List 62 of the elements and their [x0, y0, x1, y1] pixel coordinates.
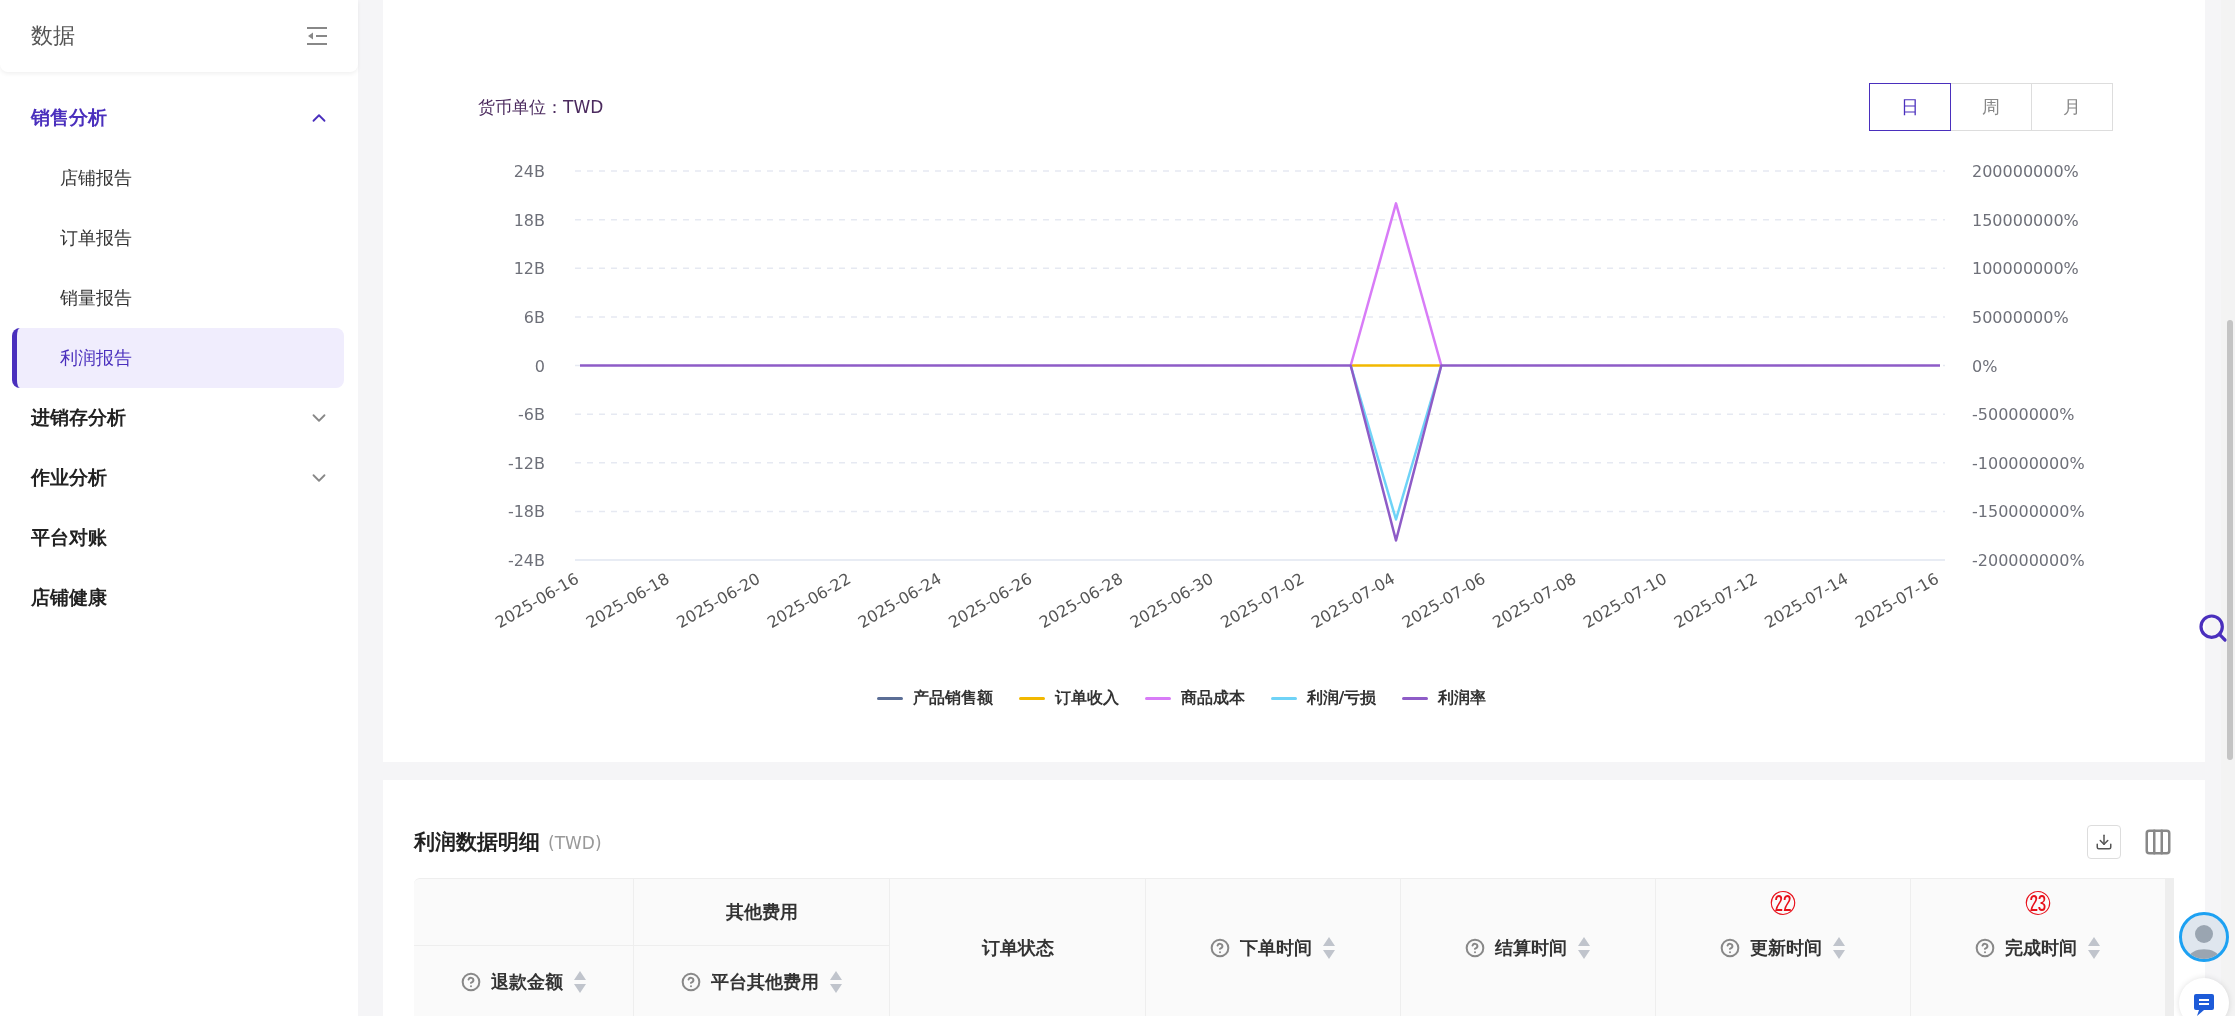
period-tab[interactable]: 日 [1869, 83, 1951, 131]
y-axis-label: -6B [518, 405, 545, 425]
period-tab[interactable]: 月 [2031, 83, 2113, 131]
y-axis-label: -200000000% [1972, 551, 2085, 570]
legend-item[interactable]: 产品销售额 [876, 688, 993, 709]
legend-item[interactable]: 订单收入 [1018, 688, 1119, 709]
y-axis-label: 50000000% [1972, 307, 2069, 327]
y-axis-label: 0% [1972, 356, 1998, 376]
legend-label: 商品成本 [1180, 688, 1245, 709]
column-label: 完成时间 [2005, 936, 2077, 960]
y-axis-label: -50000000% [1972, 405, 2075, 425]
column-label: 平台其他费用 [710, 969, 819, 994]
legend-label: 订单收入 [1054, 688, 1119, 709]
currency-label: 货币单位：TWD [478, 95, 604, 119]
column-label: 退款金额 [490, 969, 563, 994]
column-group-header: 其他费用 [634, 879, 890, 946]
menu-group-label: 作业分析 [31, 465, 107, 490]
column-label: 结算时间 [1495, 936, 1567, 960]
menu-group[interactable]: 作业分析 [0, 448, 358, 508]
y-axis-label: -24B [507, 551, 545, 570]
y-axis-label: -100000000% [1972, 453, 2085, 473]
y-axis-label: 100000000% [1972, 259, 2079, 279]
column-label: 订单状态 [981, 936, 1054, 960]
y-axis-label: 24B [513, 162, 545, 181]
legend-item[interactable]: 利润/亏损 [1270, 688, 1377, 709]
column-header[interactable]: 退款金额 [414, 946, 634, 1016]
y-axis-label: -12B [507, 453, 545, 473]
column-header[interactable]: 平台其他费用 [634, 946, 890, 1016]
menu-group-label: 进销存分析 [31, 405, 126, 430]
legend-label: 产品销售额 [912, 688, 993, 709]
y-axis-label: -18B [507, 502, 545, 522]
legend-item[interactable]: 利润率 [1402, 688, 1487, 709]
menu-item[interactable]: 平台对账 [0, 508, 358, 568]
column-header[interactable]: ㉒ 更新时间 [1656, 879, 1911, 1016]
y-axis-label: 200000000% [1972, 162, 2079, 181]
menu-group-label: 销售分析 [31, 105, 107, 130]
annotation-number: ㉒ [1770, 889, 1796, 919]
legend-item[interactable]: 商品成本 [1144, 688, 1245, 709]
submenu-item[interactable]: 销量报告 [12, 268, 344, 328]
column-header[interactable]: 结算时间 [1401, 879, 1656, 1016]
column-header[interactable]: 下单时间 [1146, 879, 1401, 1016]
currency-unit: (TWD) [548, 833, 602, 853]
y-axis-label: 0 [534, 356, 545, 376]
y-axis-label: 18B [513, 210, 545, 230]
menu-group[interactable]: 进销存分析 [0, 388, 358, 448]
y-axis-label: 6B [523, 307, 545, 327]
y-axis-label: 12B [513, 259, 545, 279]
submenu-item[interactable]: 订单报告 [12, 208, 344, 268]
legend-label: 利润率 [1438, 688, 1487, 709]
table-title: 利润数据明细 [414, 830, 540, 854]
menu-group[interactable]: 销售分析 [0, 88, 358, 148]
y-axis-label: -150000000% [1972, 502, 2085, 522]
column-label: 更新时间 [1750, 936, 1822, 960]
sidebar-title: 数据 [31, 22, 75, 50]
column-label: 下单时间 [1240, 936, 1312, 960]
period-tab[interactable]: 周 [1950, 83, 2032, 131]
legend-label: 利润/亏损 [1306, 688, 1377, 709]
y-axis-label: 150000000% [1972, 210, 2079, 230]
menu-item[interactable]: 店铺健康 [0, 568, 358, 628]
submenu-item[interactable]: 利润报告 [12, 328, 344, 388]
annotation-number: ㉓ [2025, 889, 2051, 919]
submenu-item[interactable]: 店铺报告 [12, 148, 344, 208]
